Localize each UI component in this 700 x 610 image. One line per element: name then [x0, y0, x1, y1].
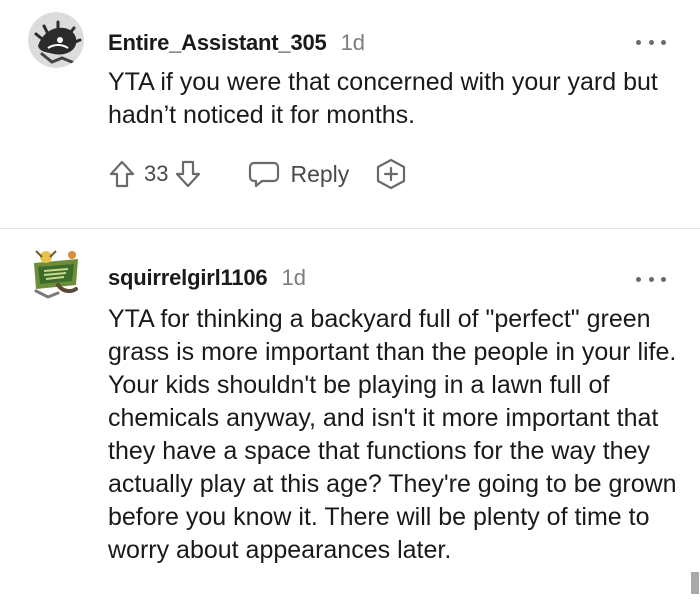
- downvote-arrow-icon[interactable]: [174, 159, 202, 189]
- comment: squirrelgirl1106 1d YTA for thinking a b…: [0, 229, 700, 610]
- dot-icon: [648, 39, 654, 45]
- comment-body: YTA if you were that concerned with your…: [108, 68, 658, 129]
- comment: Entire_Assistant_305 1d YTA if you were …: [0, 0, 700, 228]
- comment-body: YTA for thinking a backyard full of "per…: [108, 305, 677, 564]
- username[interactable]: Entire_Assistant_305: [108, 30, 327, 56]
- scrollbar[interactable]: [691, 572, 699, 594]
- username[interactable]: squirrelgirl1106: [108, 265, 268, 291]
- award-icon[interactable]: [375, 158, 407, 190]
- timestamp[interactable]: 1d: [281, 265, 305, 291]
- more-options-button[interactable]: [636, 32, 666, 52]
- reply-label: Reply: [290, 160, 350, 187]
- dot-icon: [661, 39, 666, 45]
- comment-header: squirrelgirl1106 1d: [108, 265, 306, 291]
- snoo-avatar-icon: [28, 12, 84, 68]
- more-options-button[interactable]: [636, 269, 666, 289]
- upvote-arrow-icon[interactable]: [108, 159, 136, 189]
- reply-button[interactable]: Reply: [248, 159, 349, 189]
- vote-count: 33: [144, 161, 169, 186]
- comment-thread: Entire_Assistant_305 1d YTA if you were …: [0, 0, 700, 610]
- dot-icon: [661, 276, 666, 282]
- dot-icon: [636, 276, 641, 282]
- comment-bubble-icon: [249, 161, 280, 188]
- comment-actions: 33 Reply: [108, 156, 407, 192]
- comment-header: Entire_Assistant_305 1d: [108, 30, 365, 56]
- dot-icon: [636, 39, 641, 45]
- user-avatar[interactable]: [28, 245, 84, 301]
- timestamp[interactable]: 1d: [341, 30, 365, 56]
- dot-icon: [648, 276, 654, 282]
- user-avatar[interactable]: [28, 12, 84, 68]
- snoo-avatar-icon: [34, 250, 78, 299]
